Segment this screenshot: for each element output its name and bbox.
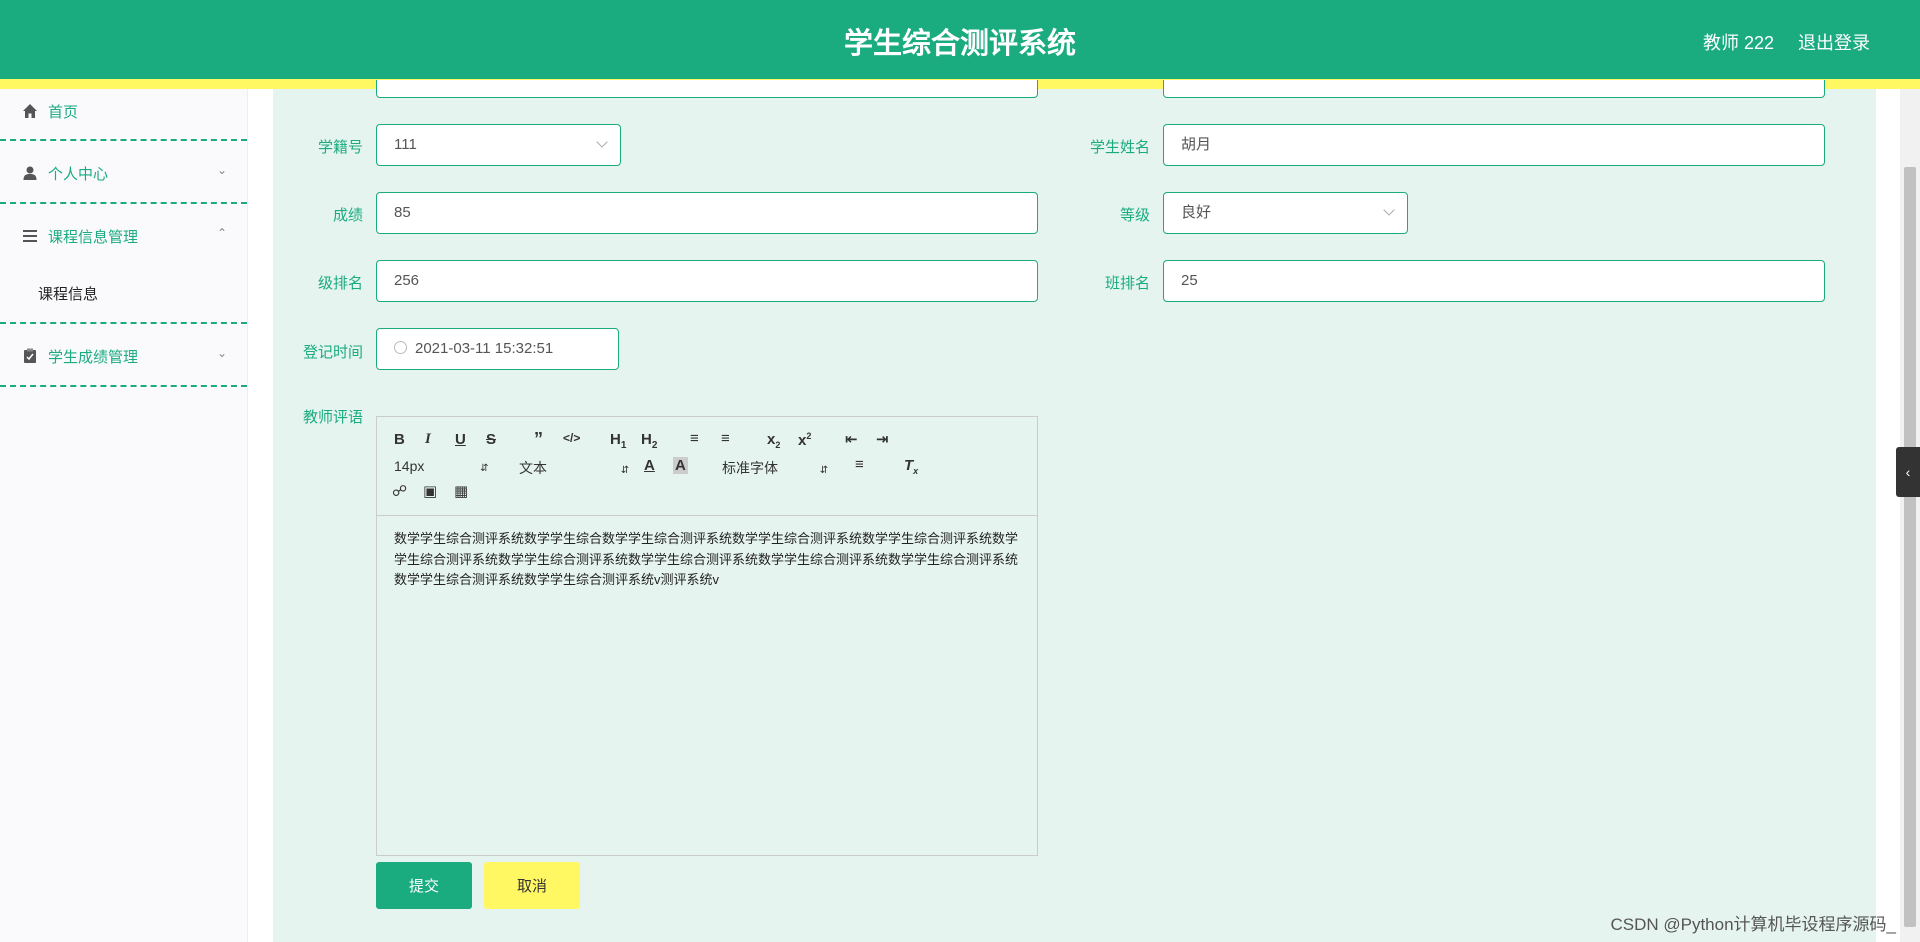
student-id-select[interactable]: 111 xyxy=(376,124,621,166)
previous-field-partial[interactable] xyxy=(376,80,1038,98)
score-value: 85 xyxy=(394,204,411,221)
subscript-icon[interactable]: x2 xyxy=(767,431,780,450)
image-icon[interactable]: ▣ xyxy=(423,482,437,500)
editor-toolbar: B I U S ” </> H1 H2 ≡ ≡ x2 x2 ⇤ ⇥ 14px ⇵… xyxy=(377,417,1037,516)
sidebar-item-course-management[interactable]: 课程信息管理 ⌃ xyxy=(0,226,247,256)
register-time-value: 2021-03-11 15:32:51 xyxy=(415,340,554,357)
code-icon[interactable]: </> xyxy=(563,431,580,445)
sidebar-item-personal-center[interactable]: 个人中心 ⌄ xyxy=(0,163,247,193)
grade-rank-field[interactable]: 256 xyxy=(376,260,1038,302)
register-time-label: 登记时间 xyxy=(302,344,363,361)
register-time-picker[interactable]: 2021-03-11 15:32:51 xyxy=(376,328,619,370)
sidebar-divider xyxy=(0,202,247,204)
ordered-list-icon[interactable]: ≡ xyxy=(690,430,699,447)
submit-button[interactable]: 提交 xyxy=(376,862,472,909)
student-name-field[interactable]: 胡月 xyxy=(1163,124,1825,166)
superscript-icon[interactable]: x2 xyxy=(798,431,811,449)
font-family-select[interactable]: 标准字体 ⇵ xyxy=(722,458,828,478)
sidebar-item-label: 学生成绩管理 xyxy=(48,349,139,366)
sidebar-item-score-management[interactable]: 学生成绩管理 ⌄ xyxy=(0,346,247,376)
font-family-value: 标准字体 xyxy=(722,460,778,476)
font-color-icon[interactable]: A xyxy=(644,457,655,474)
font-size-select[interactable]: 14px ⇵ xyxy=(394,458,489,474)
header-bar: 学生综合测评系统 教师 222 退出登录 xyxy=(0,0,1920,79)
font-size-value: 14px xyxy=(394,458,425,474)
student-id-label: 学籍号 xyxy=(317,139,363,156)
scrollbar-thumb[interactable] xyxy=(1904,167,1916,927)
collapse-panel-button[interactable]: ‹ xyxy=(1896,447,1920,497)
heading2-icon[interactable]: H2 xyxy=(641,431,657,451)
student-id-value: 111 xyxy=(394,136,417,153)
underline-icon[interactable]: U xyxy=(455,431,466,448)
heading1-icon[interactable]: H1 xyxy=(610,431,626,451)
sidebar-item-label: 首页 xyxy=(48,104,79,121)
italic-icon[interactable]: I xyxy=(425,431,431,448)
page-scrollbar[interactable] xyxy=(1900,89,1920,942)
sidebar-divider xyxy=(0,322,247,324)
user-icon xyxy=(23,166,37,180)
bullet-list-icon[interactable]: ≡ xyxy=(721,430,730,447)
outdent-icon[interactable]: ⇤ xyxy=(845,430,858,448)
student-name-label: 学生姓名 xyxy=(1089,139,1150,156)
indent-icon[interactable]: ⇥ xyxy=(876,430,889,448)
sidebar-item-label: 个人中心 xyxy=(48,166,109,183)
align-icon[interactable]: ≡ xyxy=(855,456,864,473)
watermark-text: CSDN @Python计算机毕设程序源码_ xyxy=(1610,915,1896,934)
clear-format-icon[interactable]: Tx xyxy=(904,457,918,476)
sidebar: 首页 个人中心 ⌄ 课程信息管理 ⌃ 课程信息 学生成绩管理 ⌄ xyxy=(0,89,248,942)
current-user-label: 教师 222 xyxy=(1702,33,1774,53)
strikethrough-icon[interactable]: S xyxy=(486,431,496,448)
clock-icon xyxy=(394,341,407,354)
chevron-down-icon: ⌄ xyxy=(216,163,227,177)
link-icon[interactable]: ☍ xyxy=(392,482,407,500)
sidebar-divider xyxy=(0,139,247,141)
text-type-select[interactable]: 文本 ⇵ xyxy=(519,458,629,478)
editor-content[interactable]: 数学学生综合测评系统数学学生综合数学学生综合测评系统数学学生综合测评系统数学学生… xyxy=(394,529,1024,591)
logout-link[interactable]: 退出登录 xyxy=(1798,29,1870,55)
home-icon xyxy=(23,104,37,118)
cancel-button[interactable]: 取消 xyxy=(484,862,580,909)
previous-field-partial[interactable] xyxy=(1163,80,1825,98)
list-icon xyxy=(23,230,37,242)
chevron-down-icon: ⌄ xyxy=(216,346,227,360)
score-field[interactable]: 85 xyxy=(376,192,1038,234)
quote-icon[interactable]: ” xyxy=(534,429,543,450)
background-color-icon[interactable]: A xyxy=(673,457,688,474)
class-rank-label: 班排名 xyxy=(1104,275,1150,292)
comment-editor[interactable]: B I U S ” </> H1 H2 ≡ ≡ x2 x2 ⇤ ⇥ 14px ⇵… xyxy=(376,416,1038,856)
sidebar-divider xyxy=(0,385,247,387)
grade-value: 良好 xyxy=(1181,204,1212,221)
clipboard-icon xyxy=(24,348,36,363)
text-type-value: 文本 xyxy=(519,460,547,476)
grade-rank-label: 级排名 xyxy=(317,275,363,292)
grade-label: 等级 xyxy=(1119,207,1150,224)
grade-rank-value: 256 xyxy=(394,272,420,289)
sidebar-item-label: 课程信息管理 xyxy=(48,229,139,246)
bold-icon[interactable]: B xyxy=(394,431,405,448)
grade-select[interactable]: 良好 xyxy=(1163,192,1408,234)
sidebar-subitem-course-info[interactable]: 课程信息 xyxy=(38,283,98,304)
chevron-up-icon: ⌃ xyxy=(216,226,227,240)
class-rank-value: 25 xyxy=(1181,272,1198,289)
student-name-value: 胡月 xyxy=(1181,136,1212,153)
class-rank-field[interactable]: 25 xyxy=(1163,260,1825,302)
page-title: 学生综合测评系统 xyxy=(843,28,1076,60)
score-label: 成绩 xyxy=(332,207,363,224)
sidebar-item-home[interactable]: 首页 xyxy=(0,101,247,131)
save-icon[interactable]: ▦ xyxy=(454,482,468,500)
comment-label: 教师评语 xyxy=(302,409,363,426)
